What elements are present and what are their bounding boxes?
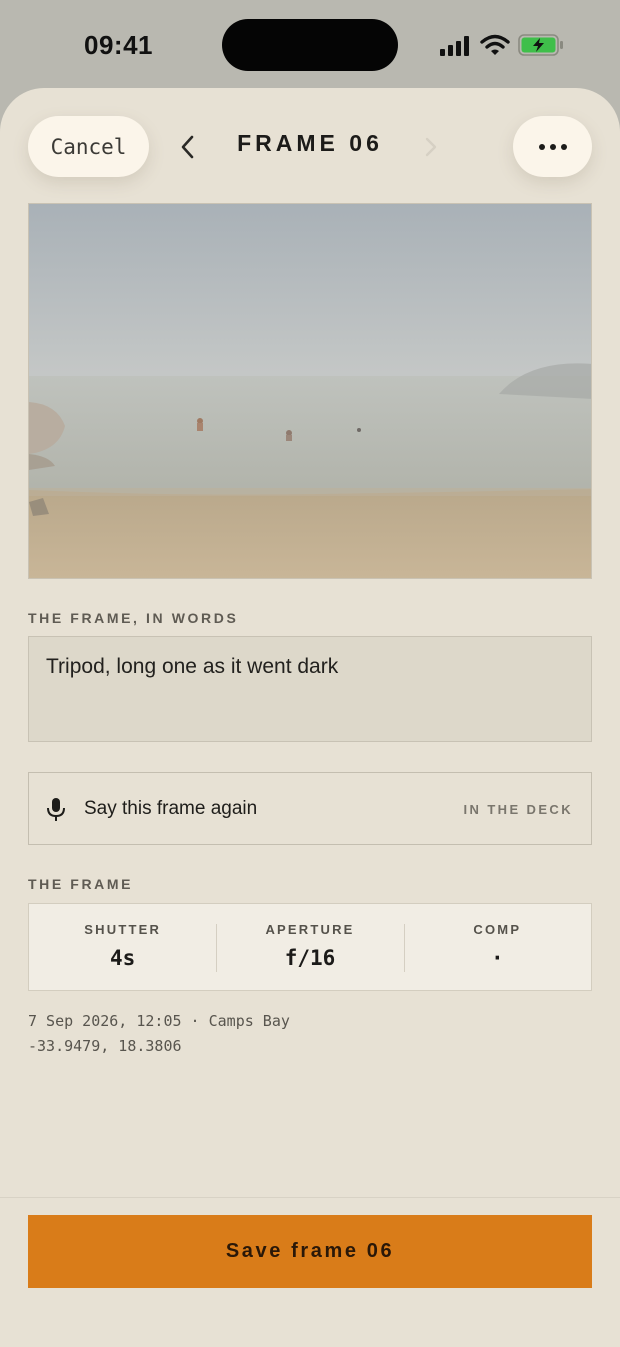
photo-foggy-beach — [29, 204, 591, 578]
stat-label: COMP — [473, 922, 522, 937]
footer-divider — [0, 1197, 620, 1198]
chevron-left-icon — [181, 135, 194, 159]
stat-label: SHUTTER — [84, 922, 162, 937]
comp-stat[interactable]: COMP · — [403, 904, 591, 990]
frame-photo[interactable] — [28, 203, 592, 579]
wifi-icon — [480, 34, 510, 55]
description-text: Tripod, long one as it went dark — [46, 655, 339, 678]
cellular-signal-icon — [440, 36, 469, 56]
description-section-label: THE FRAME, IN WORDS — [28, 610, 239, 626]
stat-value: f/16 — [284, 946, 336, 970]
exposure-stats: SHUTTER 4s APERTURE f/16 COMP · — [28, 903, 592, 991]
save-frame-button[interactable]: Save frame 06 — [28, 1215, 592, 1288]
chevron-right-icon — [425, 137, 437, 157]
timestamp-location: 7 Sep 2026, 12:05 · Camps Bay — [28, 1012, 290, 1030]
cancel-button[interactable]: Cancel — [28, 116, 149, 177]
next-frame-button[interactable] — [418, 130, 444, 164]
in-the-deck-tag: IN THE DECK — [463, 802, 573, 817]
status-bar: 09:41 — [0, 0, 620, 90]
page-title: FRAME 06 — [237, 130, 383, 156]
ellipsis-icon — [538, 143, 567, 150]
stat-label: APERTURE — [265, 922, 355, 937]
dynamic-island — [222, 19, 398, 71]
aperture-stat[interactable]: APERTURE f/16 — [216, 904, 403, 990]
say-frame-again-label: Say this frame again — [84, 798, 258, 819]
more-options-button[interactable] — [513, 116, 592, 177]
previous-frame-button[interactable] — [172, 130, 202, 164]
status-time: 09:41 — [84, 30, 153, 60]
microphone-icon — [47, 798, 65, 821]
battery-charging-icon — [518, 34, 563, 56]
stat-value: · — [490, 946, 504, 970]
description-input[interactable]: Tripod, long one as it went dark — [28, 636, 592, 742]
say-frame-again-button[interactable]: Say this frame again IN THE DECK — [28, 772, 592, 845]
coordinates: -33.9479, 18.3806 — [28, 1037, 182, 1055]
frame-section-label: THE FRAME — [28, 876, 134, 892]
shutter-stat[interactable]: SHUTTER 4s — [29, 904, 216, 990]
stat-value: 4s — [110, 946, 136, 970]
